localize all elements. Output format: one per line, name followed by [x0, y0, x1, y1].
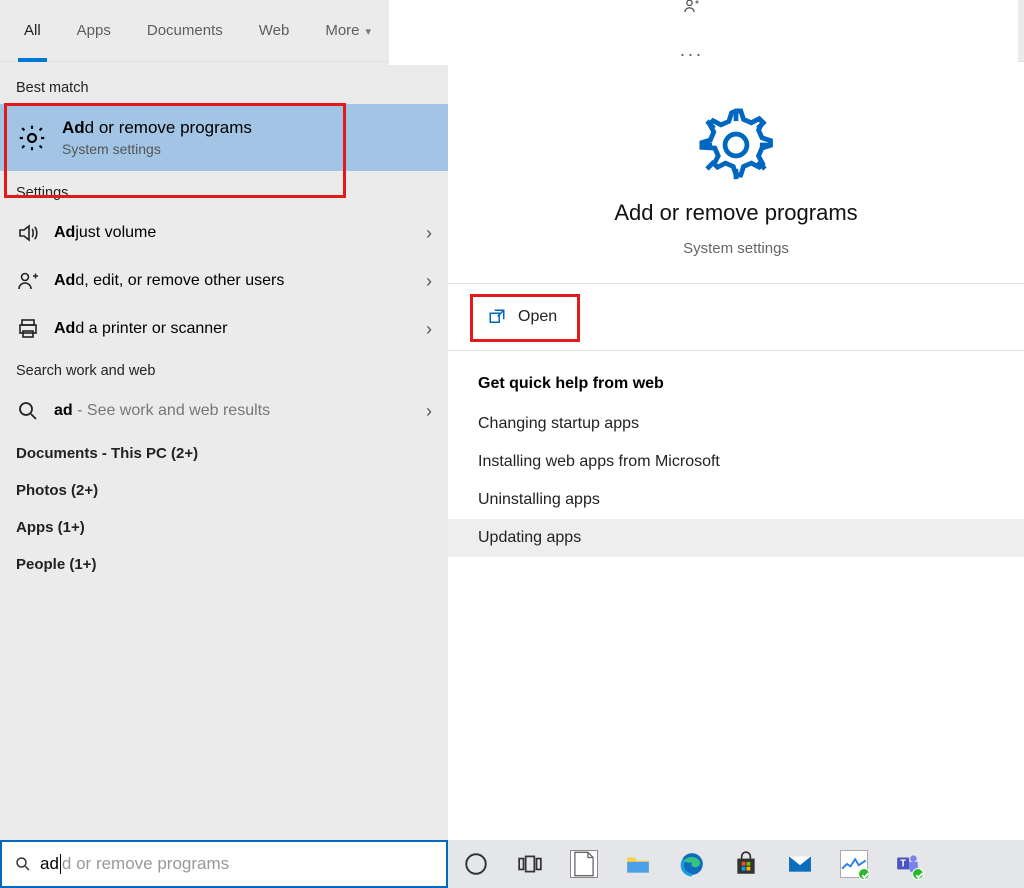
- scope-documents[interactable]: Documents - This PC (2+): [0, 435, 448, 472]
- taskbar: T: [448, 840, 1024, 888]
- status-ok-badge: [912, 868, 924, 880]
- section-best-match: Best match: [0, 68, 448, 104]
- search-filter-tabs: All Apps Documents Web More▾ ···: [0, 0, 1024, 62]
- search-icon: [16, 399, 40, 423]
- taskbar-store[interactable]: [726, 844, 766, 884]
- status-ok-badge: [858, 868, 870, 880]
- account-icon[interactable]: [682, 0, 702, 17]
- section-settings: Settings: [0, 171, 448, 209]
- taskbar-mail[interactable]: [780, 844, 820, 884]
- tab-apps[interactable]: Apps: [59, 0, 129, 62]
- taskbar-cortana[interactable]: [456, 844, 496, 884]
- result-title: Add or remove programs: [62, 118, 252, 138]
- open-button[interactable]: Open: [478, 302, 567, 332]
- chevron-right-icon: ›: [426, 223, 432, 244]
- preview-title: Add or remove programs: [614, 200, 857, 226]
- taskbar-file-explorer[interactable]: [618, 844, 658, 884]
- chevron-right-icon: ›: [426, 401, 432, 422]
- svg-text:T: T: [900, 859, 906, 870]
- preview-subtitle: System settings: [683, 240, 789, 257]
- users-icon: [16, 269, 40, 293]
- search-icon: [14, 855, 32, 873]
- tab-documents[interactable]: Documents: [129, 0, 241, 62]
- volume-icon: [16, 221, 40, 245]
- open-label: Open: [518, 308, 557, 326]
- taskbar-teams[interactable]: T: [888, 844, 928, 884]
- section-search-work-web: Search work and web: [0, 353, 448, 387]
- tab-more[interactable]: More▾: [307, 0, 389, 62]
- quick-help-title: Get quick help from web: [478, 375, 1024, 405]
- tab-all[interactable]: All: [6, 0, 59, 62]
- taskbar-edge[interactable]: [672, 844, 712, 884]
- result-label: Adjust volume: [54, 224, 412, 242]
- gear-icon: [695, 104, 777, 186]
- result-adjust-volume[interactable]: Adjust volume ›: [0, 209, 448, 257]
- help-link-updating-apps[interactable]: Updating apps: [448, 519, 1024, 557]
- bottom-bar: add or remove programs: [0, 840, 1024, 888]
- scope-apps[interactable]: Apps (1+): [0, 509, 448, 546]
- result-label: Add a printer or scanner: [54, 320, 412, 338]
- result-add-printer[interactable]: Add a printer or scanner ›: [0, 305, 448, 353]
- more-options-icon[interactable]: ···: [682, 45, 702, 65]
- printer-icon: [16, 317, 40, 341]
- result-add-edit-users[interactable]: Add, edit, or remove other users ›: [0, 257, 448, 305]
- result-subtitle: System settings: [62, 141, 252, 157]
- tab-web[interactable]: Web: [241, 0, 308, 62]
- scope-people[interactable]: People (1+): [0, 546, 448, 583]
- results-panel: Best match Add or remove programs System…: [0, 62, 448, 840]
- scope-photos[interactable]: Photos (2+): [0, 472, 448, 509]
- result-label: ad - See work and web results: [54, 402, 412, 420]
- help-link-uninstall-apps[interactable]: Uninstalling apps: [478, 481, 1024, 519]
- chevron-right-icon: ›: [426, 271, 432, 292]
- taskbar-libreoffice[interactable]: [564, 844, 604, 884]
- help-link-startup-apps[interactable]: Changing startup apps: [478, 405, 1024, 443]
- taskbar-task-view[interactable]: [510, 844, 550, 884]
- open-external-icon: [488, 308, 506, 326]
- chevron-right-icon: ›: [426, 319, 432, 340]
- search-input[interactable]: add or remove programs: [0, 840, 448, 888]
- result-label: Add, edit, or remove other users: [54, 272, 412, 290]
- result-add-remove-programs[interactable]: Add or remove programs System settings: [0, 104, 448, 171]
- result-web-search[interactable]: ad - See work and web results ›: [0, 387, 448, 435]
- gear-icon: [16, 122, 48, 154]
- help-link-install-web-apps[interactable]: Installing web apps from Microsoft: [478, 443, 1024, 481]
- preview-panel: Add or remove programs System settings O…: [448, 62, 1024, 840]
- chevron-down-icon: ▾: [366, 26, 372, 38]
- taskbar-monitor-app[interactable]: [834, 844, 874, 884]
- search-text: add or remove programs: [40, 854, 229, 874]
